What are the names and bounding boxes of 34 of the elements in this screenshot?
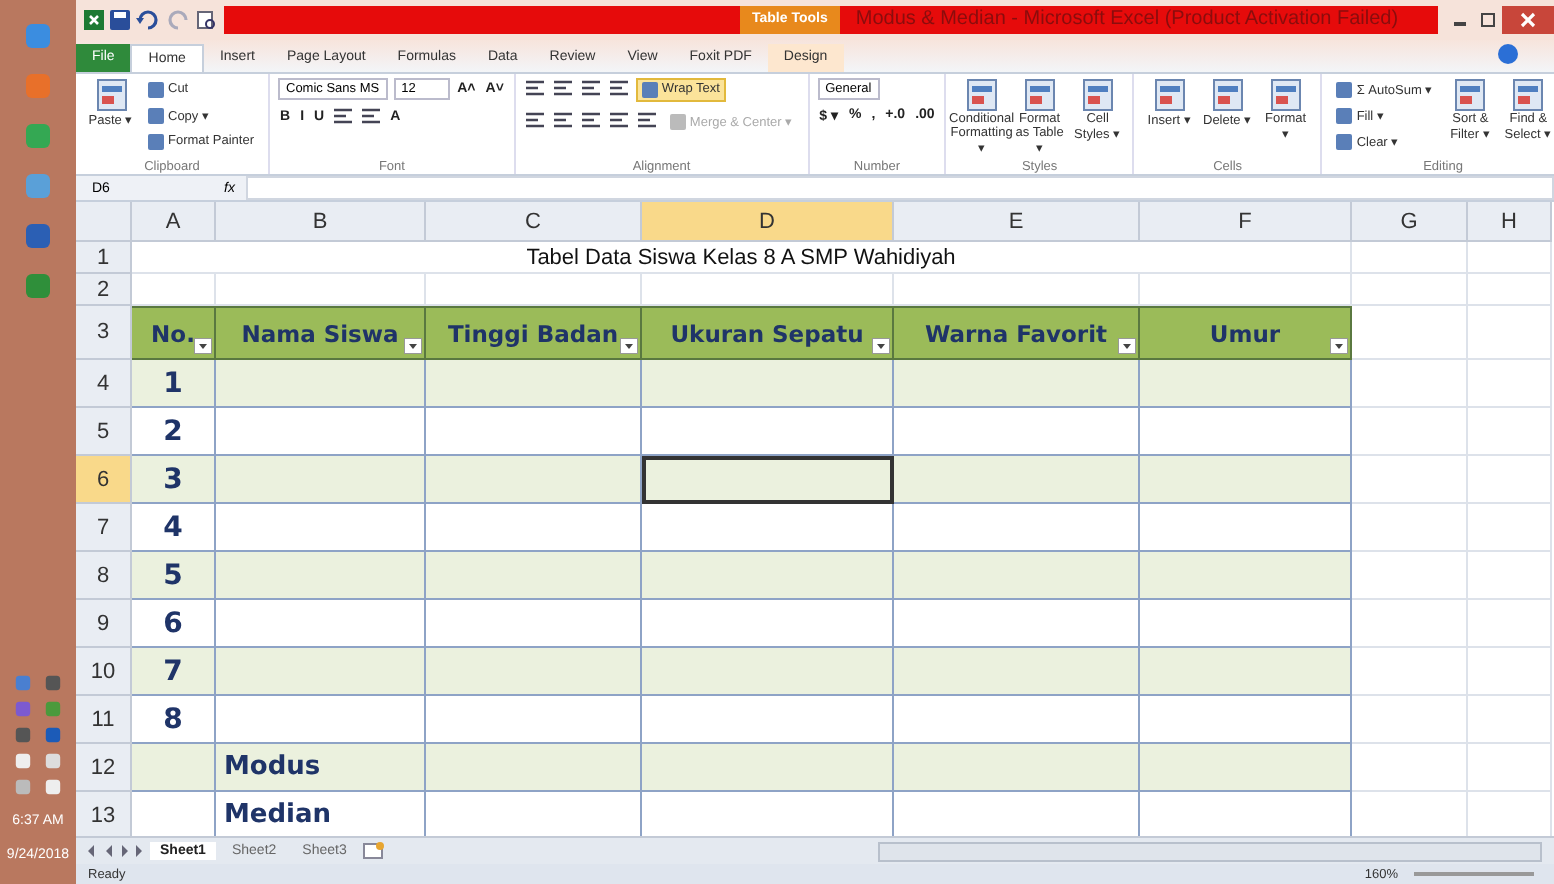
column-header[interactable]: C (426, 202, 642, 243)
row-header[interactable]: 4 (76, 360, 132, 409)
row-header[interactable]: 10 (76, 648, 132, 697)
table-cell: Modus (216, 744, 426, 793)
column-heading: No. (132, 306, 216, 361)
column-heading: Umur (1140, 306, 1352, 361)
row-header[interactable]: 13 (76, 792, 132, 837)
table-cell: 1 (132, 360, 216, 409)
row-header[interactable]: 7 (76, 504, 132, 553)
column-header[interactable]: G (1352, 202, 1468, 243)
row-header[interactable]: 9 (76, 600, 132, 649)
column-header[interactable]: D (642, 202, 894, 243)
window-title: Modus & Median - Microsoft Excel (Product Activation Failed) (855, 8, 1399, 31)
table-cell: 3 (132, 456, 216, 505)
row-header[interactable]: 6 (76, 456, 132, 505)
column-heading: Nama Siswa (216, 306, 426, 361)
row-header[interactable]: 5 (76, 408, 132, 457)
column-header[interactable]: H (1468, 202, 1552, 243)
column-header[interactable]: A (132, 202, 216, 243)
row-header[interactable]: 1 (76, 242, 132, 275)
column-heading: Ukuran Sepatu (642, 306, 894, 361)
row-header[interactable]: 12 (76, 744, 132, 793)
table-cell: 5 (132, 552, 216, 601)
row-header[interactable]: 2 (76, 274, 132, 307)
row-header[interactable]: 8 (76, 552, 132, 601)
table-title: Tabel Data Siswa Kelas 8 A SMP Wahidiyah (132, 242, 1352, 275)
column-header[interactable]: E (894, 202, 1140, 243)
row-header[interactable]: 11 (76, 696, 132, 745)
column-header[interactable]: B (216, 202, 426, 243)
table-cell: 7 (132, 648, 216, 697)
column-header[interactable]: F (1140, 202, 1352, 243)
column-heading: Tinggi Badan (426, 306, 642, 361)
column-heading: Warna Favorit (894, 306, 1140, 361)
row-header[interactable]: 3 (76, 306, 132, 361)
